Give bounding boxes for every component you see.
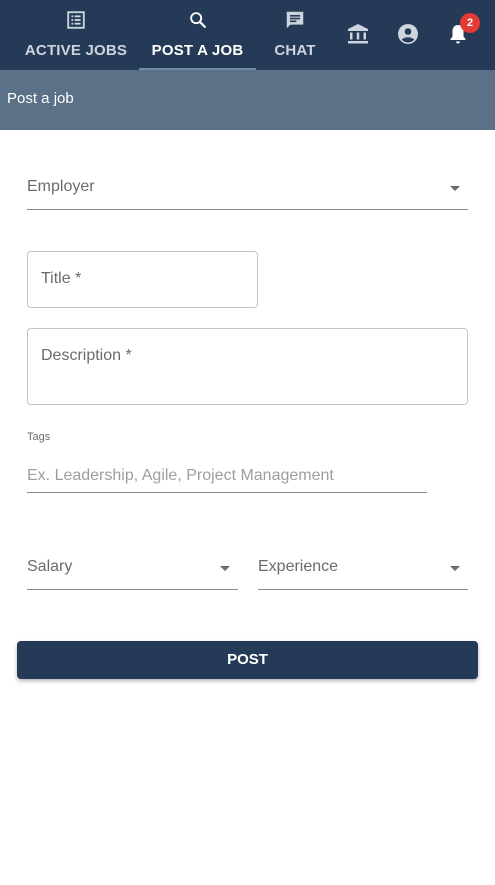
notification-badge: 2 — [460, 13, 480, 33]
account-circle-icon[interactable] — [396, 22, 420, 46]
tags-placeholder: Ex. Leadership, Agile, Project Managemen… — [27, 467, 334, 484]
experience-select[interactable]: Experience — [258, 556, 468, 590]
description-label: Description * — [41, 347, 132, 364]
employer-select[interactable]: Employer — [27, 176, 468, 210]
bank-icon[interactable] — [346, 22, 370, 46]
description-field[interactable]: Description * — [27, 328, 468, 405]
tab-post-a-job-label: POST A JOB — [151, 42, 244, 59]
tab-active-jobs-label: ACTIVE JOBS — [24, 42, 128, 59]
tab-active-jobs[interactable]: ACTIVE JOBS — [18, 0, 134, 70]
tab-chat-label: CHAT — [274, 42, 316, 59]
title-label: Title * — [41, 270, 82, 287]
experience-label: Experience — [258, 558, 339, 575]
tags-label: Tags — [27, 431, 51, 443]
salary-select[interactable]: Salary — [27, 556, 238, 590]
dropdown-arrow-icon — [450, 186, 460, 191]
tab-chat[interactable]: CHAT — [263, 0, 327, 70]
tags-input[interactable]: Ex. Leadership, Agile, Project Managemen… — [27, 460, 427, 493]
post-button[interactable]: POST — [17, 641, 478, 679]
salary-label: Salary — [27, 558, 73, 575]
list-icon — [67, 11, 85, 29]
top-navigation-bar: ACTIVE JOBS POST A JOB CHAT 2 — [0, 0, 495, 70]
search-icon — [189, 12, 206, 28]
page-title: Post a job — [7, 90, 74, 107]
employer-label: Employer — [27, 178, 95, 195]
chat-icon — [286, 11, 304, 29]
title-field[interactable]: Title * — [27, 251, 258, 308]
dropdown-arrow-icon — [450, 566, 460, 571]
tab-post-a-job[interactable]: POST A JOB — [139, 0, 256, 70]
dropdown-arrow-icon — [220, 566, 230, 571]
page-header: Post a job — [0, 70, 495, 130]
